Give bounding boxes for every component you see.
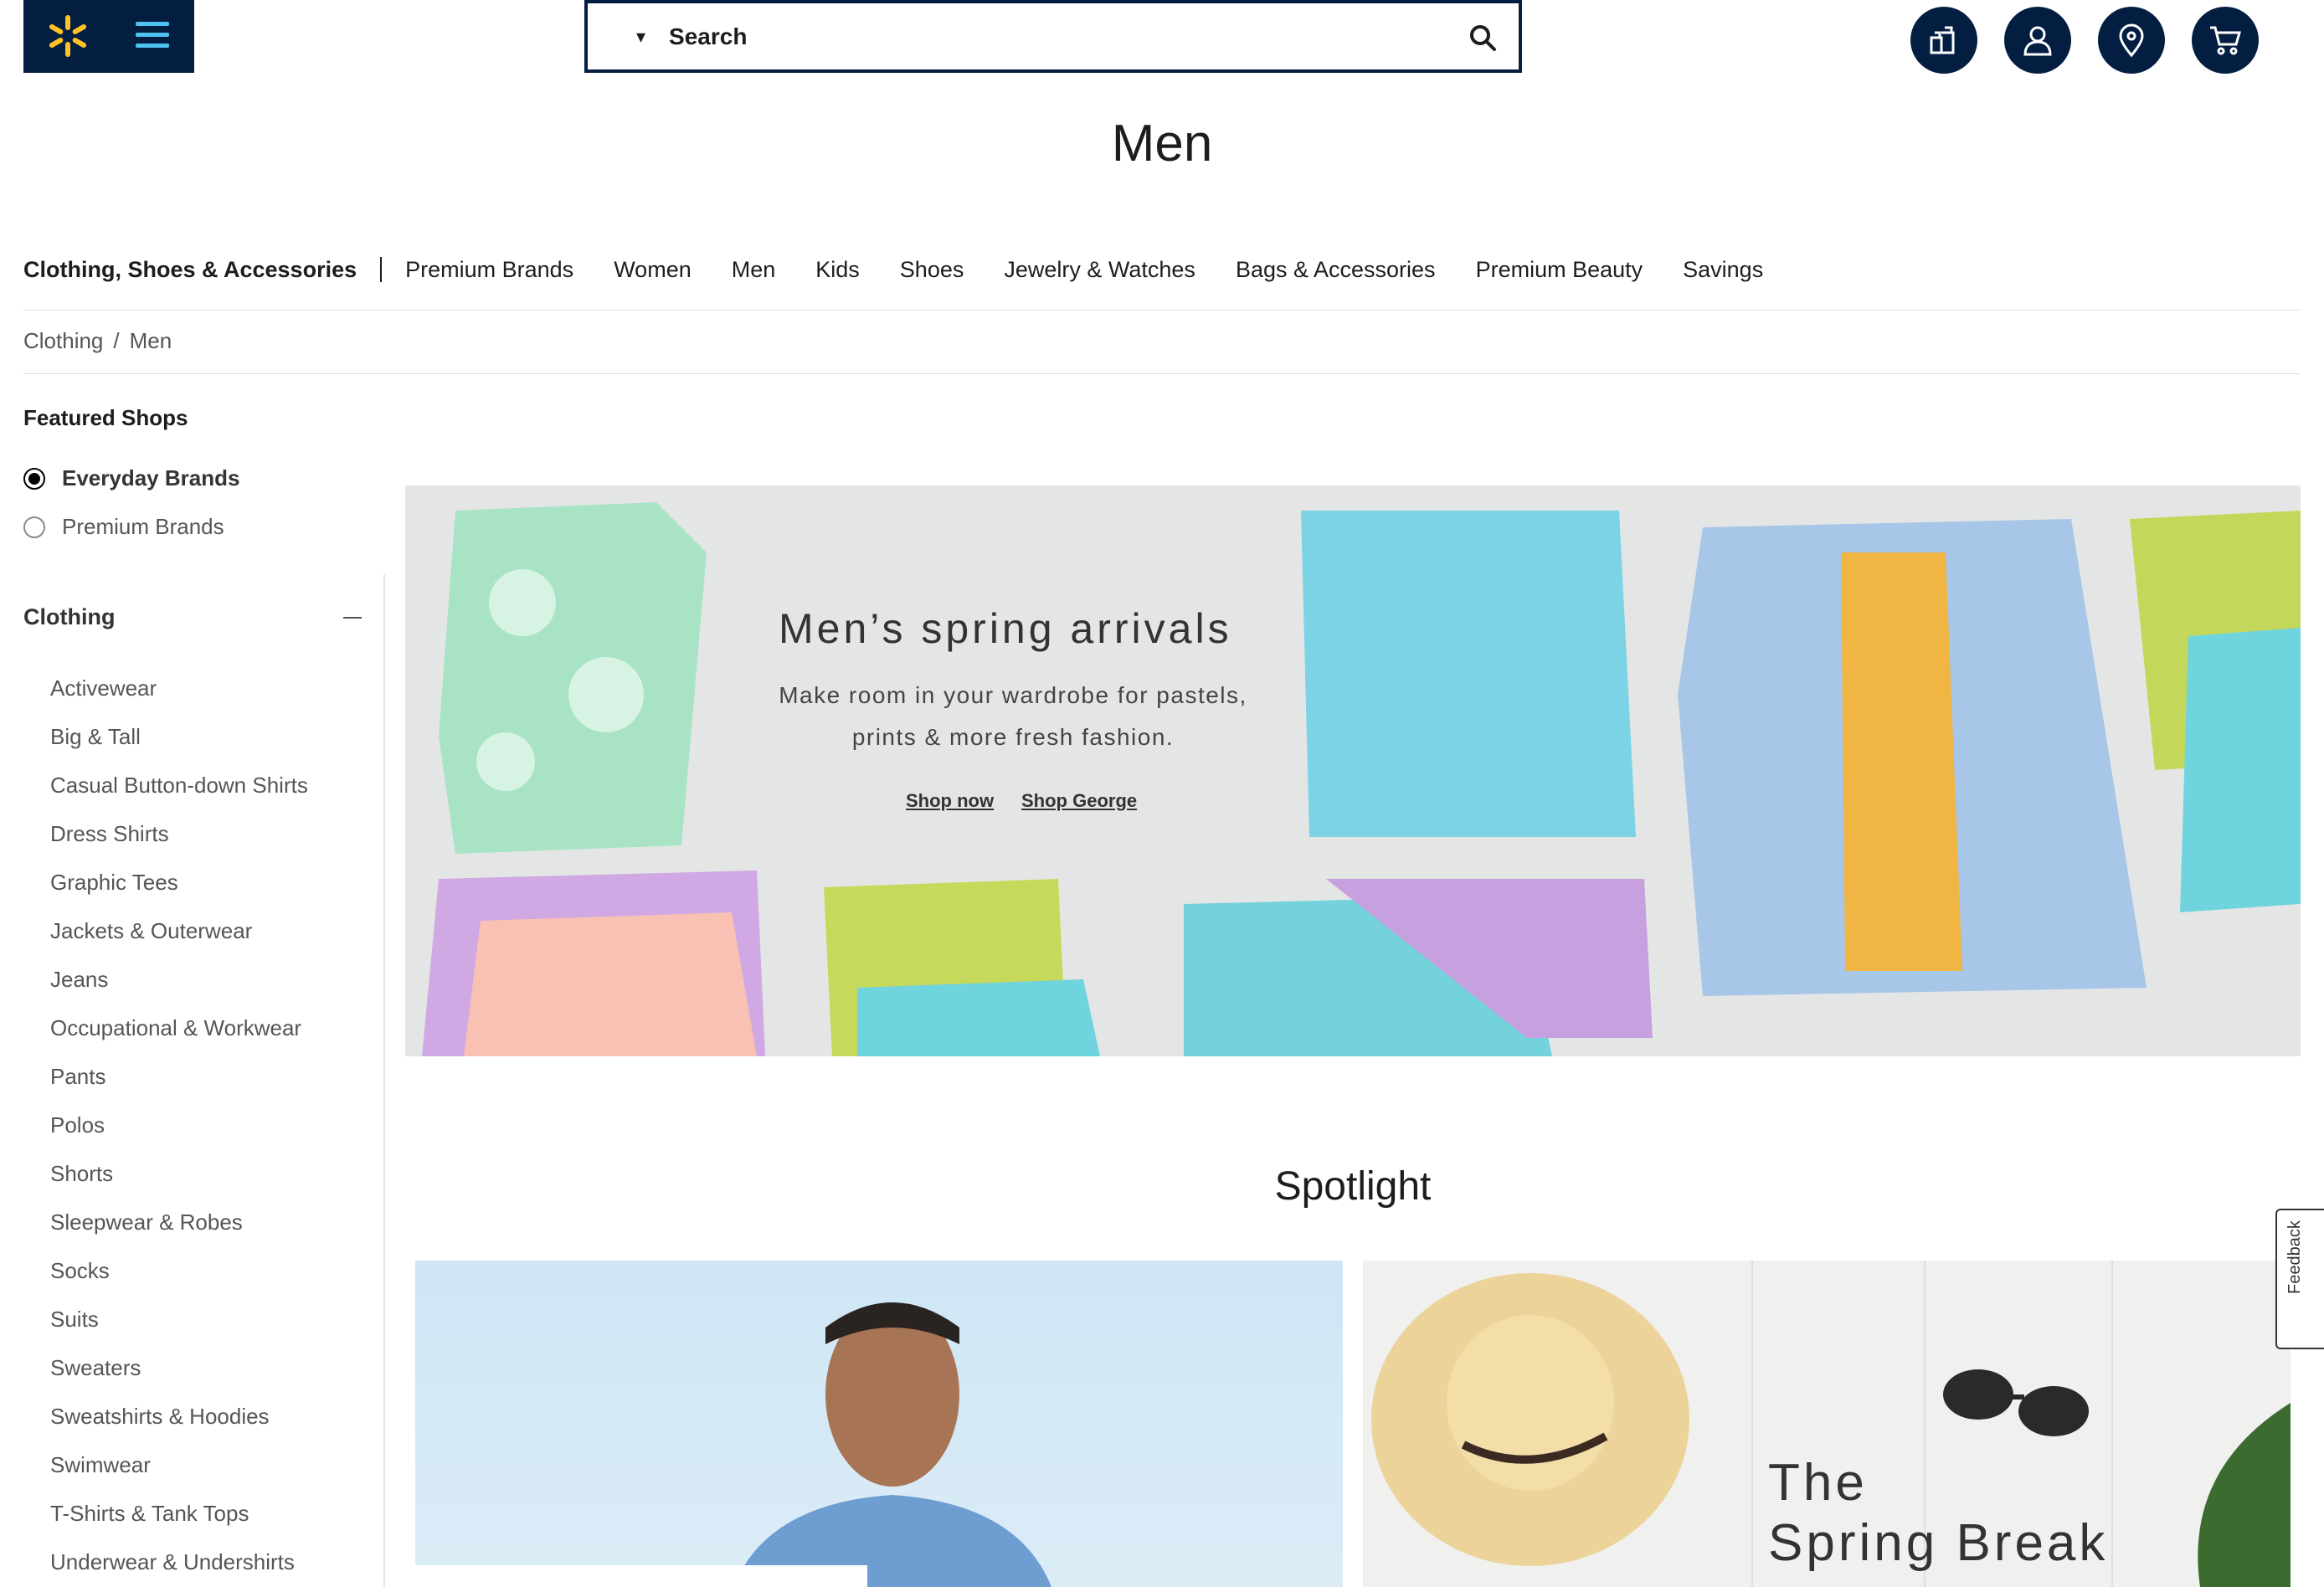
category-nav-item-savings[interactable]: Savings [1683, 257, 1763, 283]
category-nav-item-men[interactable]: Men [732, 257, 776, 283]
category-nav-item-premium-brands[interactable]: Premium Brands [405, 257, 573, 283]
reorder-button[interactable] [1910, 7, 1977, 74]
hero-title: Men’s spring arrivals [779, 605, 1232, 652]
sidebar-item-big-tall[interactable]: Big & Tall [50, 718, 308, 767]
category-nav-item-women[interactable]: Women [614, 257, 692, 283]
hero-clothing-image [422, 502, 2301, 1056]
sidebar-item-sweaters[interactable]: Sweaters [50, 1349, 308, 1398]
cart-icon [2210, 26, 2241, 55]
hero-subtitle: Make room in your wardrobe for pastels, … [779, 682, 1247, 750]
sidebar-item-pants[interactable]: Pants [50, 1058, 308, 1107]
category-nav-item-premium-beauty[interactable]: Premium Beauty [1476, 257, 1643, 283]
category-nav-separator [380, 257, 383, 282]
feedback-tab[interactable]: Feedback [2275, 1209, 2324, 1349]
feedback-label: Feedback [2285, 1220, 2304, 1294]
cart-button[interactable] [2192, 7, 2259, 74]
shop-now-link[interactable]: Shop now [906, 790, 994, 812]
category-nav-current[interactable]: Clothing, Shoes & Accessories [23, 257, 357, 283]
breadcrumb-clothing[interactable]: Clothing [23, 328, 103, 353]
featured-shops-title: Featured Shops [23, 405, 188, 430]
sidebar-item-occupational-workwear[interactable]: Occupational & Workwear [50, 1009, 308, 1058]
sidebar-item-underwear-undershirts[interactable]: Underwear & Undershirts [50, 1543, 308, 1587]
page-title: Men [1111, 115, 1213, 172]
search-icon[interactable] [1468, 23, 1497, 52]
sidebar-item-swimwear[interactable]: Swimwear [50, 1446, 308, 1495]
spotlight-card-2[interactable]: The Spring Break [1363, 1261, 2291, 1587]
hamburger-icon[interactable] [132, 17, 172, 54]
header-logo-bar [23, 0, 194, 73]
sidebar-item-activewear[interactable]: Activewear [50, 670, 308, 718]
sidebar-item-suits[interactable]: Suits [50, 1301, 308, 1349]
featured-shop-label: Everyday Brands [62, 465, 240, 490]
sidebar-divider [383, 574, 385, 1587]
search-input[interactable]: Search [669, 23, 747, 50]
radio-checked-icon[interactable] [23, 467, 45, 490]
store-locator-button[interactable] [2098, 7, 2165, 74]
spotlight-model-image [415, 1302, 1051, 1587]
breadcrumb-separator: / [113, 328, 120, 353]
sidebar-item-graphic-tees[interactable]: Graphic Tees [50, 864, 308, 912]
location-pin-icon [2119, 23, 2144, 58]
spotlight-title: Spotlight [1274, 1164, 1432, 1209]
spotlight-card-2-line-1: The [1768, 1454, 1868, 1512]
featured-shop-everyday-brands[interactable]: Everyday Brands [23, 465, 239, 491]
sidebar-item-dress-shirts[interactable]: Dress Shirts [50, 815, 308, 864]
shop-george-link[interactable]: Shop George [1021, 790, 1137, 812]
category-nav-item-bags-accessories[interactable]: Bags & Accessories [1236, 257, 1436, 283]
spotlight-card-1[interactable] [415, 1261, 1343, 1587]
category-nav-item-jewelry-watches[interactable]: Jewelry & Watches [1004, 257, 1195, 283]
breadcrumb-divider [23, 373, 2301, 374]
sidebar-item-socks[interactable]: Socks [50, 1252, 308, 1301]
caret-down-icon[interactable]: ▾ [636, 26, 645, 48]
sidebar-item-jeans[interactable]: Jeans [50, 961, 308, 1009]
clothing-section-toggle[interactable]: Clothing [23, 604, 362, 630]
sidebar-item-jackets-outerwear[interactable]: Jackets & Outerwear [50, 912, 308, 961]
sidebar-item-t-shirts-tank-tops[interactable]: T-Shirts & Tank Tops [50, 1495, 308, 1543]
breadcrumb: Clothing / Men [23, 328, 172, 354]
clothing-section-title: Clothing [23, 604, 116, 629]
category-nav-item-kids[interactable]: Kids [815, 257, 860, 283]
sidebar-item-casual-button-down-shirts[interactable]: Casual Button-down Shirts [50, 767, 308, 815]
sidebar-item-shorts[interactable]: Shorts [50, 1155, 308, 1204]
reorder-icon [1930, 26, 1955, 54]
breadcrumb-men[interactable]: Men [130, 328, 172, 353]
sidebar-item-polos[interactable]: Polos [50, 1107, 308, 1155]
featured-shop-label: Premium Brands [62, 514, 224, 539]
clothing-category-list: Activewear Big & Tall Casual Button-down… [50, 670, 308, 1587]
account-button[interactable] [2004, 7, 2071, 74]
sidebar-item-sleepwear-robes[interactable]: Sleepwear & Robes [50, 1204, 308, 1252]
collapse-minus-icon[interactable] [343, 616, 362, 619]
walmart-spark-icon[interactable] [40, 8, 95, 64]
radio-unchecked-icon[interactable] [23, 516, 45, 538]
search-bar[interactable]: ▾ Search [584, 0, 1522, 73]
user-icon [2023, 26, 2052, 56]
nav-divider [23, 310, 2301, 311]
category-nav-item-shoes[interactable]: Shoes [900, 257, 964, 283]
spotlight-card-2-line-2: Spring Break [1768, 1514, 2109, 1572]
sidebar-item-sweatshirts-hoodies[interactable]: Sweatshirts & Hoodies [50, 1398, 308, 1446]
featured-shop-premium-brands[interactable]: Premium Brands [23, 514, 224, 540]
hero-banner[interactable] [405, 485, 2301, 1056]
category-nav: Clothing, Shoes & Accessories Premium Br… [23, 251, 1803, 288]
